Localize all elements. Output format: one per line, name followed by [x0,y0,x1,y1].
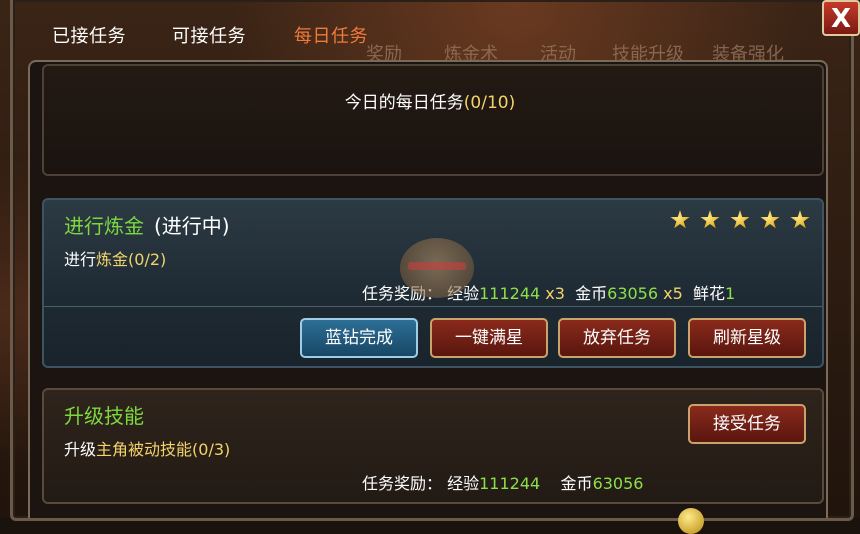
gold-label: 金币 [560,474,593,493]
abandon-task-button[interactable]: 放弃任务 [558,318,676,358]
star-icon [790,210,810,229]
max-star-button[interactable]: 一键满星 [430,318,548,358]
gold-value: 63056 [607,284,659,303]
star-icon [700,210,720,229]
task-description: 进行炼金(0/2) [64,246,166,270]
flower-label: 鲜花 [692,284,725,303]
tab-daily-tasks[interactable]: 每日任务 [294,22,368,48]
exp-label: 经验 [447,474,480,493]
task-desc-prefix: 进行 [64,250,97,269]
flower-value: 1 [724,284,736,303]
exp-value: 111244 [479,284,541,303]
refresh-stars-button[interactable]: 刷新星级 [688,318,806,358]
task-desc-prefix: 升级 [64,440,97,459]
reward-label: 任务奖励： [362,474,443,493]
close-button[interactable]: X [822,0,860,36]
daily-progress: (0/10) [463,93,516,113]
gold-value: 63056 [592,474,644,493]
task-status: (进行中) [154,214,230,238]
task-card-skill: 升级技能 升级主角被动技能(0/3) 任务奖励： 经验111244 金币6305… [42,388,824,504]
exp-value: 111244 [479,474,541,493]
daily-header [42,64,824,176]
star-icon [670,210,690,229]
gold-multiplier: x5 [663,284,683,303]
task-description: 升级主角被动技能(0/3) [64,436,230,460]
tab-accepted-tasks[interactable]: 已接任务 [52,22,126,48]
daily-header-label: 今日的每日任务 [344,93,464,113]
accept-task-button[interactable]: 接受任务 [688,404,806,444]
blue-diamond-complete-button[interactable]: 蓝钻完成 [300,318,418,358]
mascot-decoration [408,262,466,270]
divider [44,306,822,307]
daily-header-title: 今日的每日任务(0/10) [0,88,860,113]
task-title: 进行炼金 (进行中) [64,210,230,239]
star-rating [660,210,810,234]
task-name: 升级技能 [64,404,144,428]
task-desc-target: 主角被动技能(0/3) [96,440,231,459]
task-desc-target: 炼金(0/2) [96,250,167,269]
star-icon [760,210,780,229]
task-tabs: 已接任务 可接任务 每日任务 [14,0,824,60]
orb-icon [678,508,704,534]
star-icon [730,210,750,229]
task-name: 进行炼金 [64,214,144,238]
task-reward: 任务奖励： 经验111244 金币63056 [362,470,643,494]
exp-multiplier: x3 [545,284,565,303]
tab-available-tasks[interactable]: 可接任务 [172,22,246,48]
gold-label: 金币 [575,284,608,303]
